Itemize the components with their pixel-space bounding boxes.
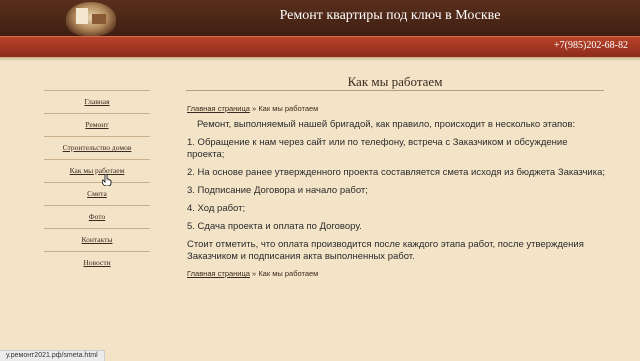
sidebar-item-house-building[interactable]: Строительство домов [44, 137, 150, 160]
main-content: Главная страница » Как мы работаем Ремон… [187, 104, 607, 278]
sidebar-item-estimate[interactable]: Смета [44, 183, 150, 206]
step-2: 2. На основе ранее утвержденного проекта… [187, 167, 605, 178]
breadcrumb-bottom: Главная страница » Как мы работаем [187, 269, 607, 278]
step-4: 4. Ход работ; [187, 203, 246, 214]
status-bar-url: у.ремонт2021.рф/smeta.html [0, 350, 105, 361]
sidebar-item-news[interactable]: Новости [44, 252, 150, 274]
sidebar-item-contacts[interactable]: Контакты [44, 229, 150, 252]
step-5: 5. Сдача проекта и оплата по Договору. [187, 221, 362, 232]
step-3: 3. Подписание Договора и начало работ; [187, 185, 368, 196]
header-bar [0, 36, 640, 57]
payment-note: Стоит отметить, что оплата производится … [187, 239, 584, 262]
breadcrumb: Главная страница » Как мы работаем [187, 104, 607, 113]
sidebar-item-photo[interactable]: Фото [44, 206, 150, 229]
sidebar-item-how-we-work[interactable]: Как мы работаем [44, 160, 150, 183]
page-title: Как мы работаем [347, 74, 443, 89]
intro-paragraph: Ремонт, выполняемый нашей бригадой, как … [197, 119, 576, 130]
sidebar-item-home[interactable]: Главная [44, 90, 150, 114]
phone-number: +7(985)202-68-82 [554, 40, 628, 51]
breadcrumb-bottom-current: Как мы работаем [258, 269, 319, 278]
heading-divider [186, 90, 604, 91]
breadcrumb-home-link[interactable]: Главная страница [187, 104, 250, 113]
step-1: 1. Обращение к нам через сайт или по тел… [187, 137, 568, 160]
site-header: Ремонт квартиры под ключ в Москве [0, 0, 640, 36]
header-shadow [0, 57, 640, 61]
breadcrumb-bottom-home-link[interactable]: Главная страница [187, 269, 250, 278]
sidebar-nav: Главная Ремонт Строительство домов Как м… [44, 90, 150, 274]
site-title: Ремонт квартиры под ключ в Москве [279, 8, 501, 23]
sidebar-item-repair[interactable]: Ремонт [44, 114, 150, 137]
hand-cursor-icon [102, 174, 112, 186]
breadcrumb-current: Как мы работаем [258, 104, 319, 113]
